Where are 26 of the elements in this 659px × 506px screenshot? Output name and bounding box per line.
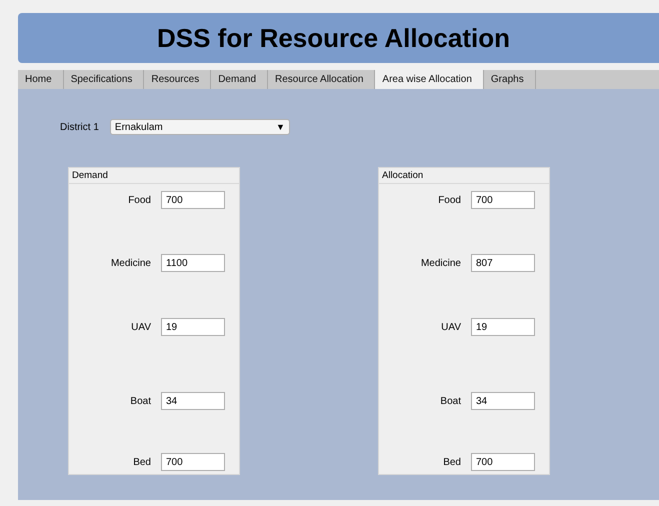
panel-title: Allocation	[379, 168, 549, 184]
field-label: Bed	[442, 456, 461, 468]
field-label: Medicine	[420, 258, 461, 268]
input-field[interactable]: 34	[161, 392, 225, 410]
input-field[interactable]: 1100	[161, 254, 225, 272]
input-field[interactable]: 700	[471, 191, 535, 209]
field-label: Food	[127, 194, 151, 206]
input-field[interactable]: 700	[471, 453, 535, 471]
input-field[interactable]: 34	[471, 392, 535, 410]
app-title: DSS for Resource Allocation	[157, 22, 510, 54]
field-label: UAV	[440, 322, 461, 332]
field-label: Medicine	[110, 258, 151, 268]
panel-title: Demand	[69, 168, 239, 184]
field-label: Food	[437, 194, 461, 206]
field-label: UAV	[130, 322, 151, 332]
district-dropdown[interactable]: Ernakulam ▼	[110, 119, 290, 135]
field-label: Boat	[129, 396, 151, 406]
district-label: District 1	[60, 122, 99, 132]
input-field[interactable]: 19	[161, 318, 225, 336]
input-field[interactable]: 700	[161, 191, 225, 209]
tab[interactable]: Area wise Allocation	[375, 70, 484, 89]
field-label: Bed	[132, 456, 151, 468]
input-field[interactable]: 807	[471, 254, 535, 272]
input-field[interactable]: 700	[161, 453, 225, 471]
field-label: Boat	[439, 396, 461, 406]
input-field[interactable]: 19	[471, 318, 535, 336]
